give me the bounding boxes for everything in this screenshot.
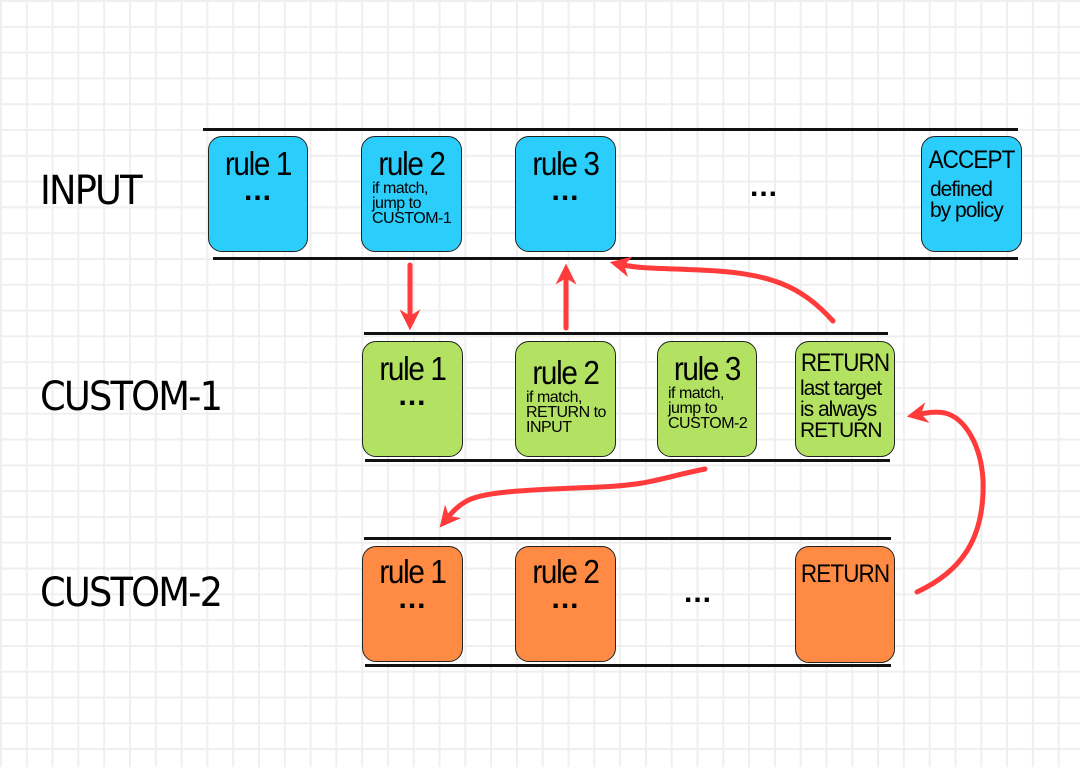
rule-desc-line: by policy [930, 199, 1004, 222]
custom-1-chain-top-line [364, 332, 888, 335]
rule-title: ACCEPT [928, 146, 1016, 174]
arrow-custom1-rule3-to-custom2-rule1 [439, 466, 708, 528]
rule-title: rule 1 [379, 350, 447, 387]
rule-desc-line: CUSTOM-2 [668, 415, 748, 432]
input-more-rules-ellipsis: ... [750, 170, 779, 203]
rule-desc-line: is always [800, 398, 877, 421]
rule-desc-line: jump to [668, 400, 717, 417]
arrow-custom2-return-to-custom1-return [906, 402, 986, 595]
custom-2-rule-1[interactable]: rule 1 ... [362, 546, 463, 662]
custom-2-chain-top-line [364, 537, 891, 540]
rule-title: rule 2 [532, 354, 600, 391]
input-chain-bottom-line [213, 257, 1018, 260]
rule-title: rule 1 [379, 553, 447, 590]
ellipsis: ... [398, 379, 427, 412]
ellipsis: ... [243, 174, 272, 207]
custom-2-rule-2[interactable]: rule 2 ... [515, 546, 616, 662]
rule-title: rule 2 [378, 145, 446, 182]
rule-desc-line: if match, [526, 389, 582, 406]
rule-title: rule 2 [532, 553, 600, 590]
rule-desc-line: defined [930, 178, 993, 201]
ellipsis: ... [398, 582, 427, 615]
rule-desc-line: if match, [668, 385, 724, 402]
chain-label-custom-2: CUSTOM-2 [40, 570, 223, 616]
rule-title: rule 1 [224, 145, 293, 182]
rule-title: rule 3 [673, 350, 742, 387]
custom-1-rule-3[interactable]: rule 3 if match, jump to CUSTOM-2 [657, 341, 757, 457]
input-accept-policy[interactable]: ACCEPT defined by policy [921, 136, 1022, 252]
chain-label-custom-1: CUSTOM-1 [40, 374, 223, 420]
ellipsis: ... [551, 174, 580, 207]
rule-title: RETURN [800, 349, 890, 377]
rule-title: rule 3 [532, 145, 600, 182]
ellipsis: ... [551, 582, 580, 615]
input-chain-top-line [203, 128, 1018, 131]
rule-desc-line: jump to [372, 195, 421, 212]
custom-1-return[interactable]: RETURN last target is always RETURN [795, 341, 895, 457]
rule-desc-line: CUSTOM-1 [372, 210, 452, 227]
rule-desc-line: INPUT [526, 419, 572, 436]
chain-label-input: INPUT [40, 168, 143, 214]
custom-1-rule-1[interactable]: rule 1 ... [362, 341, 463, 457]
rule-desc-line: RETURN [800, 419, 883, 442]
custom-1-rule-2[interactable]: rule 2 if match, RETURN to INPUT [515, 341, 616, 457]
rule-desc-line: last target [800, 377, 882, 400]
input-rule-3[interactable]: rule 3 ... [515, 136, 616, 252]
input-rule-2[interactable]: rule 2 if match, jump to CUSTOM-1 [361, 136, 462, 252]
rule-title: RETURN [800, 560, 890, 588]
custom-2-more-rules-ellipsis: ... [684, 576, 713, 609]
rule-desc-line: RETURN to [526, 404, 606, 421]
custom-1-chain-bottom-line [365, 459, 890, 462]
rule-desc-line: if match, [372, 180, 428, 197]
input-rule-1[interactable]: rule 1 ... [208, 136, 308, 252]
custom-2-return[interactable]: RETURN [795, 546, 895, 663]
arrow-custom1-return-to-input [609, 256, 836, 324]
custom-2-chain-bottom-line [365, 664, 891, 667]
